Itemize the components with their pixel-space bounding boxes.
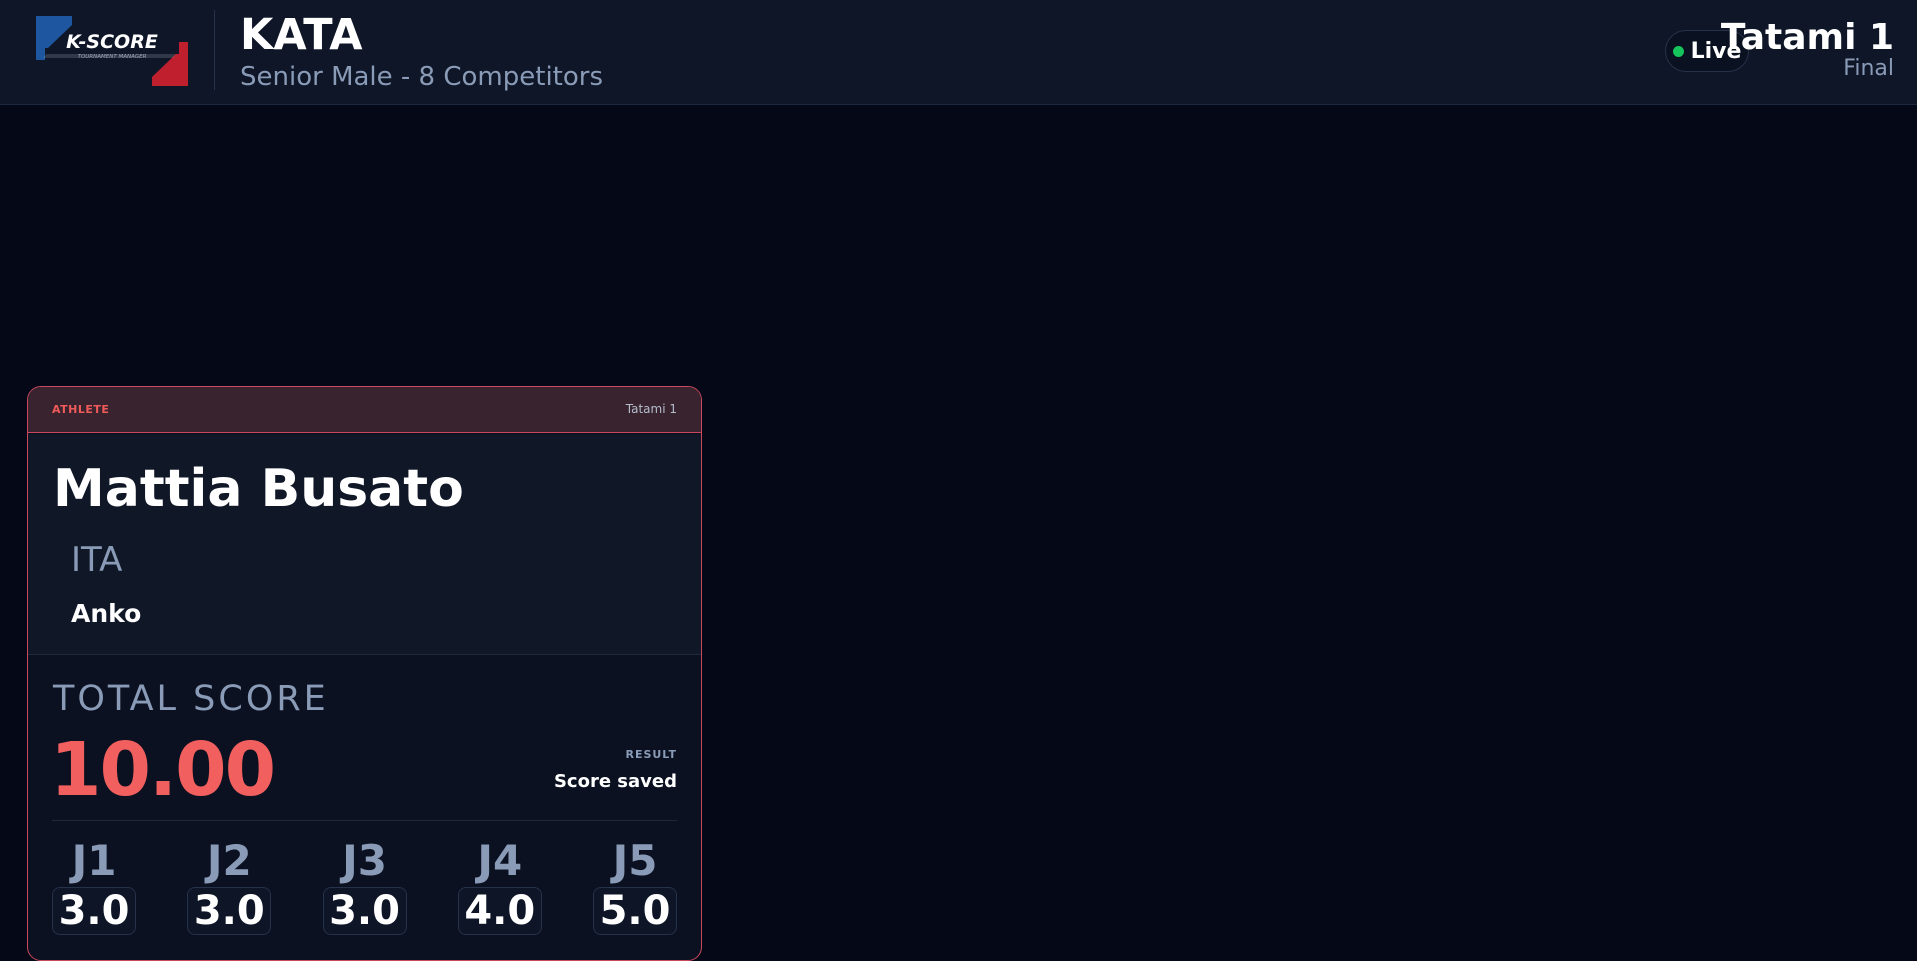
result-status: Score saved xyxy=(553,771,677,792)
judge-label: J2 xyxy=(206,836,252,885)
top-header: K-SCORE TOURNAMENT MANAGER KATA Senior M… xyxy=(0,0,1917,105)
judge-3: J3 3.0 xyxy=(322,835,407,955)
total-score-value: 10.00 xyxy=(50,727,276,813)
judge-scores: J1 3.0 J2 3.0 J3 3.0 J4 4.0 J5 5.0 xyxy=(52,835,677,955)
judge-1: J1 3.0 xyxy=(52,835,136,955)
judge-label: J3 xyxy=(342,836,387,885)
judge-score: 4.0 xyxy=(457,887,542,935)
k-score-logo: K-SCORE TOURNAMENT MANAGER xyxy=(36,16,188,86)
judge-score: 3.0 xyxy=(52,887,136,935)
athlete-score-card: ATHLETE Tatami 1 Mattia Busato ITA Anko … xyxy=(27,386,702,961)
judge-score: 3.0 xyxy=(187,887,272,935)
judge-5: J5 5.0 xyxy=(593,835,677,955)
athlete-country: ITA xyxy=(71,540,123,580)
judge-4: J4 4.0 xyxy=(457,835,542,955)
header-divider xyxy=(214,10,215,90)
judge-label: J5 xyxy=(612,836,658,885)
card-label: ATHLETE xyxy=(52,403,110,416)
judge-score: 3.0 xyxy=(322,887,407,935)
judge-label: J1 xyxy=(71,836,117,885)
judge-label: J4 xyxy=(477,836,523,885)
event-subtitle: Senior Male - 8 Competitors xyxy=(240,62,604,92)
judge-score: 5.0 xyxy=(593,887,677,935)
round-name: Final xyxy=(1843,56,1894,81)
athlete-name: Mattia Busato xyxy=(53,459,464,519)
live-indicator-icon xyxy=(1672,45,1684,57)
event-title: KATA xyxy=(240,10,363,60)
judge-2: J2 3.0 xyxy=(187,835,272,955)
svg-text:K-SCORE: K-SCORE xyxy=(66,31,158,53)
total-score-label: TOTAL SCORE xyxy=(53,679,329,719)
card-header: ATHLETE Tatami 1 xyxy=(28,387,701,433)
score-divider xyxy=(52,820,677,821)
card-tatami: Tatami 1 xyxy=(625,402,677,416)
result-label: RESULT xyxy=(625,748,677,761)
svg-text:TOURNAMENT MANAGER: TOURNAMENT MANAGER xyxy=(78,54,147,60)
athlete-kata: Anko xyxy=(71,599,142,628)
athlete-info: Mattia Busato ITA Anko xyxy=(28,434,701,655)
